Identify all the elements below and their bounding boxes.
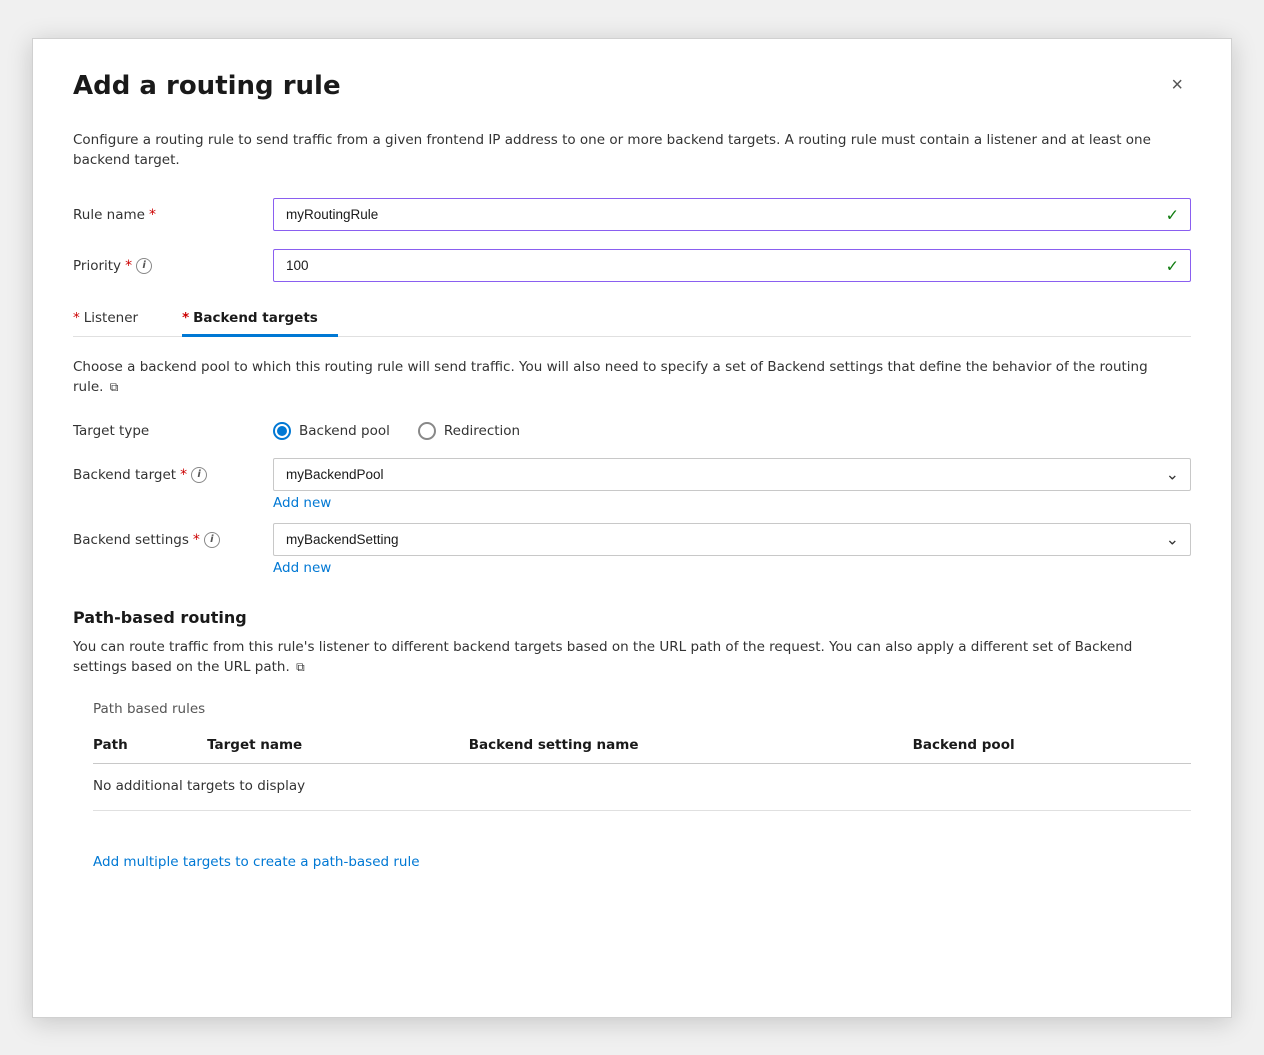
path-based-section: Path-based routing You can route traffic… xyxy=(73,608,1191,871)
dialog-title: Add a routing rule xyxy=(73,71,341,102)
priority-label: Priority * i xyxy=(73,258,273,274)
priority-input[interactable] xyxy=(273,249,1191,282)
add-multiple-targets-link[interactable]: Add multiple targets to create a path-ba… xyxy=(93,854,420,870)
target-type-label: Target type xyxy=(73,423,273,439)
priority-required: * xyxy=(125,258,132,274)
intro-text: Configure a routing rule to send traffic… xyxy=(73,130,1173,171)
rule-name-label: Rule name * xyxy=(73,207,273,223)
priority-row: Priority * i ✓ xyxy=(73,249,1191,282)
priority-info-icon[interactable]: i xyxy=(136,258,152,274)
path-table-empty-row: No additional targets to display xyxy=(93,764,1191,811)
path-rules-section: Path based rules Path Target name Backen… xyxy=(93,701,1191,870)
backend-targets-section: Choose a backend pool to which this rout… xyxy=(73,357,1191,584)
backend-settings-dropdown-wrap: myBackendSetting ⌄ xyxy=(273,523,1191,556)
radio-redirection-label: Redirection xyxy=(444,423,520,439)
radio-backend-pool[interactable]: Backend pool xyxy=(273,422,390,440)
path-rules-label: Path based rules xyxy=(93,701,1191,717)
section-desc-ext-link-icon[interactable]: ⧉ xyxy=(110,378,119,396)
backend-target-label: Backend target * i xyxy=(73,458,273,483)
rule-name-check-icon: ✓ xyxy=(1166,205,1179,224)
backend-tab-required: * xyxy=(182,310,189,326)
backend-tab-label: Backend targets xyxy=(193,310,318,326)
backend-settings-required: * xyxy=(193,532,200,548)
add-routing-rule-dialog: Add a routing rule × Configure a routing… xyxy=(32,38,1232,1018)
rule-name-row: Rule name * ✓ xyxy=(73,198,1191,231)
col-target-name: Target name xyxy=(207,729,469,764)
path-based-desc: You can route traffic from this rule's l… xyxy=(73,637,1173,678)
close-button[interactable]: × xyxy=(1163,71,1191,99)
path-based-ext-link-icon[interactable]: ⧉ xyxy=(296,658,305,676)
path-table-header-row: Path Target name Backend setting name Ba… xyxy=(93,729,1191,764)
radio-redirection-circle xyxy=(418,422,436,440)
priority-check-icon: ✓ xyxy=(1166,256,1179,275)
backend-target-controls: myBackendPool ⌄ Add new xyxy=(273,458,1191,519)
backend-target-info-icon[interactable]: i xyxy=(191,467,207,483)
listener-tab-required: * xyxy=(73,310,80,326)
col-backend-setting-name: Backend setting name xyxy=(469,729,913,764)
backend-settings-label: Backend settings * i xyxy=(73,523,273,548)
path-based-table: Path Target name Backend setting name Ba… xyxy=(93,729,1191,811)
backend-settings-dropdown[interactable]: myBackendSetting xyxy=(273,523,1191,556)
radio-redirection[interactable]: Redirection xyxy=(418,422,520,440)
target-type-radio-group: Backend pool Redirection xyxy=(273,422,520,440)
tab-listener[interactable]: * Listener xyxy=(73,300,158,336)
backend-section-desc: Choose a backend pool to which this rout… xyxy=(73,357,1173,398)
path-based-title: Path-based routing xyxy=(73,608,1191,627)
radio-backend-pool-circle xyxy=(273,422,291,440)
backend-target-dropdown-wrap: myBackendPool ⌄ xyxy=(273,458,1191,491)
backend-settings-row: Backend settings * i myBackendSetting ⌄ … xyxy=(73,523,1191,584)
backend-settings-controls: myBackendSetting ⌄ Add new xyxy=(273,523,1191,584)
col-backend-pool: Backend pool xyxy=(913,729,1191,764)
path-table-header: Path Target name Backend setting name Ba… xyxy=(93,729,1191,764)
target-type-row: Target type Backend pool Redirection xyxy=(73,422,1191,440)
col-path: Path xyxy=(93,729,207,764)
rule-name-input-wrap: ✓ xyxy=(273,198,1191,231)
backend-target-row: Backend target * i myBackendPool ⌄ Add n… xyxy=(73,458,1191,519)
tab-backend-targets[interactable]: * Backend targets xyxy=(182,300,338,336)
backend-settings-add-new-link[interactable]: Add new xyxy=(273,560,1191,576)
rule-name-input[interactable] xyxy=(273,198,1191,231)
rule-name-required: * xyxy=(149,207,156,223)
radio-backend-pool-label: Backend pool xyxy=(299,423,390,439)
tabs-section: * Listener * Backend targets xyxy=(73,300,1191,337)
backend-target-dropdown[interactable]: myBackendPool xyxy=(273,458,1191,491)
path-table-empty-message: No additional targets to display xyxy=(93,764,1191,811)
dialog-header: Add a routing rule × xyxy=(73,71,1191,102)
backend-target-add-new-link[interactable]: Add new xyxy=(273,495,1191,511)
tabs-row: * Listener * Backend targets xyxy=(73,300,1191,336)
backend-target-required: * xyxy=(180,467,187,483)
priority-input-wrap: ✓ xyxy=(273,249,1191,282)
backend-settings-info-icon[interactable]: i xyxy=(204,532,220,548)
path-table-body: No additional targets to display xyxy=(93,764,1191,811)
listener-tab-label: Listener xyxy=(84,310,138,326)
